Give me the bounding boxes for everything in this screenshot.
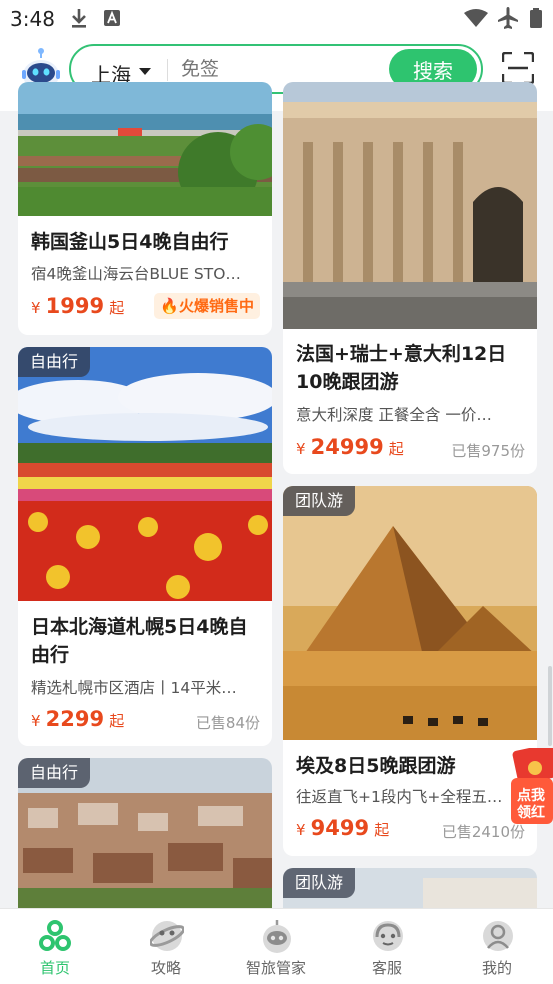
hot-sale-badge: 🔥火爆销售中: [154, 293, 260, 319]
home-icon: [39, 920, 71, 951]
tab-home[interactable]: 首页: [0, 909, 110, 984]
price-value: 9499: [310, 816, 370, 840]
chevron-down-icon[interactable]: [139, 68, 151, 75]
tab-label: 攻略: [150, 959, 181, 977]
product-image: [283, 486, 537, 740]
product-card-5[interactable]: 自由行: [18, 758, 272, 918]
product-title: 埃及8日5晚跟团游: [296, 755, 456, 777]
sold-count: 已售2410份: [441, 823, 525, 841]
tab-guide[interactable]: 攻略: [111, 909, 221, 984]
product-card-europe[interactable]: 法国+瑞士+意大利12日10晚跟团游 意大利深度 正餐全含 一价… ¥ 2499…: [283, 82, 537, 474]
product-price: ¥ 24999 起: [296, 435, 404, 459]
product-title: 韩国釜山5日4晚自由行: [31, 231, 229, 253]
tab-label: 首页: [39, 959, 70, 977]
search-input[interactable]: [181, 54, 381, 84]
product-subtitle: 往返直飞+1段内飞+全程五…: [296, 788, 503, 806]
red-packet-promo[interactable]: 点我 领红: [511, 743, 553, 824]
fire-icon: 🔥: [160, 297, 179, 315]
sold-count: 已售975份: [451, 442, 525, 460]
product-title: 日本北海道札幌5日4晚自由行: [31, 616, 248, 666]
product-image: [18, 347, 272, 601]
tab-label: 我的: [481, 959, 512, 977]
download-icon: [72, 9, 86, 28]
wifi-icon: [464, 9, 488, 27]
product-subtitle: 宿4晚釜山海云台BLUE STO…: [31, 265, 241, 283]
font-icon: [104, 10, 120, 26]
sold-count: 已售84份: [195, 714, 260, 732]
product-subtitle: 意大利深度 正餐全含 一价…: [296, 406, 492, 424]
product-card-busan[interactable]: 韩国釜山5日4晚自由行 宿4晚釜山海云台BLUE STO… ¥ 1999 起 🔥…: [18, 82, 272, 335]
product-tag: 自由行: [18, 347, 91, 377]
price-value: 1999: [45, 294, 105, 318]
profile-icon: [483, 921, 513, 951]
product-tag: 团队游: [283, 868, 356, 898]
tab-label: 客服: [371, 959, 402, 977]
tab-butler[interactable]: 智旅管家: [221, 909, 331, 984]
status-bar: 3:48: [0, 0, 553, 38]
product-price: ¥ 9499 起: [296, 816, 390, 840]
status-time: 3:48: [10, 7, 55, 31]
service-icon: [373, 921, 403, 951]
product-image: [18, 82, 272, 216]
product-price: ¥ 2299 起: [31, 707, 125, 731]
price-value: 2299: [45, 707, 105, 731]
battery-icon: [530, 8, 542, 28]
product-card-egypt[interactable]: 团队游 埃及8日5晚跟团游 往返直飞+1段内飞+全程五… ¥ 9499 起 已售…: [283, 486, 537, 856]
guide-icon: [150, 921, 184, 951]
tab-profile[interactable]: 我的: [442, 909, 552, 984]
search-divider: [167, 59, 168, 81]
product-subtitle: 精选札幌市区酒店丨14平米…: [31, 679, 237, 697]
product-tag: 自由行: [18, 758, 91, 788]
tab-service[interactable]: 客服: [332, 909, 442, 984]
scrollbar-thumb[interactable]: [548, 666, 552, 746]
promo-text: 点我 领红: [517, 788, 545, 821]
product-image: [283, 82, 537, 329]
butler-icon: [263, 920, 291, 953]
scan-icon[interactable]: [502, 52, 534, 84]
bottom-tab-bar: 首页 攻略 智旅管家 客服 我的: [0, 908, 553, 984]
product-title: 法国+瑞士+意大利12日10晚跟团游: [296, 343, 507, 393]
price-value: 24999: [310, 435, 384, 459]
tab-label: 智旅管家: [245, 959, 306, 977]
airplane-icon: [498, 7, 518, 29]
product-price: ¥ 1999 起: [31, 294, 125, 318]
product-card-hokkaido[interactable]: 自由行 日本北海道札幌5日4晚自由行 精选札幌市区酒店丨14平米… ¥ 2299…: [18, 347, 272, 746]
product-tag: 团队游: [283, 486, 356, 516]
